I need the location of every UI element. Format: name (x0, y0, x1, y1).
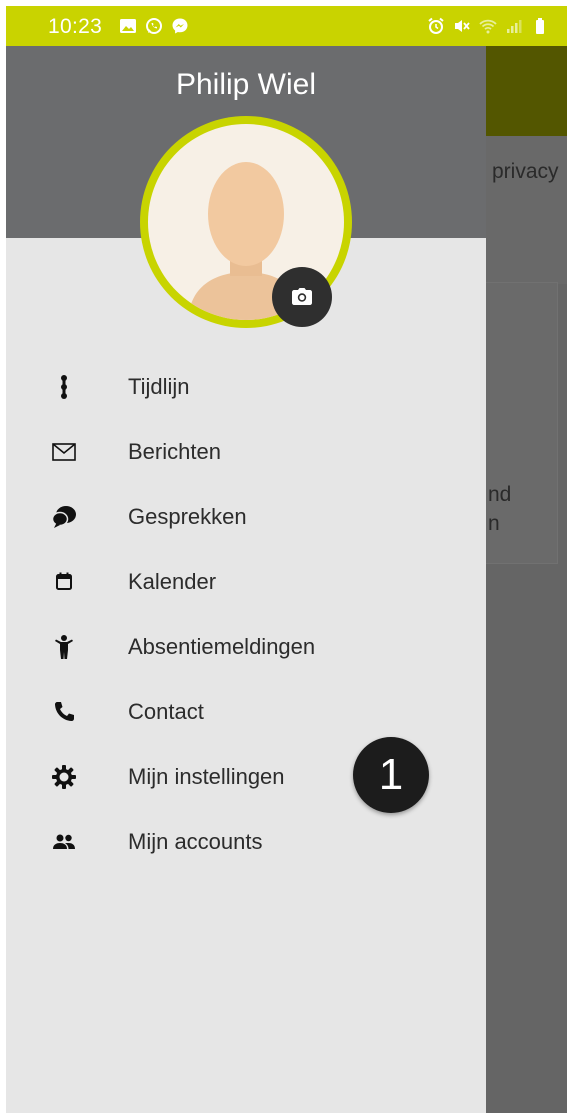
change-photo-button[interactable] (272, 267, 332, 327)
envelope-icon (51, 439, 77, 465)
battery-icon (536, 18, 544, 34)
menu-item-label: Contact (128, 698, 204, 724)
wifi-icon (479, 19, 497, 34)
menu-item-label: Gesprekken (128, 503, 247, 529)
menu-item-label: Mijn accounts (128, 828, 263, 854)
background-app-header-area (486, 136, 567, 284)
navigation-drawer: Philip Wiel Tijdlijn Berichten Gesprekke… (6, 46, 486, 1113)
menu-item-contact[interactable]: Contact (6, 679, 486, 744)
messenger-icon (172, 18, 188, 34)
status-bar: 10:23 (6, 6, 567, 46)
menu-item-berichten[interactable]: Berichten (6, 419, 486, 484)
menu-item-gesprekken[interactable]: Gesprekken (6, 484, 486, 549)
gear-icon (51, 764, 77, 790)
menu-item-kalender[interactable]: Kalender (6, 549, 486, 614)
chat-bubbles-icon (51, 504, 77, 530)
status-time: 10:23 (48, 15, 103, 38)
background-app-scrim[interactable]: privacy nd n (486, 46, 567, 1113)
gallery-icon (120, 19, 136, 33)
status-notification-icons (119, 17, 189, 35)
menu-item-tijdlijn[interactable]: Tijdlijn (6, 354, 486, 419)
background-text-fragment: nd (488, 483, 512, 506)
camera-icon (292, 288, 312, 305)
child-icon (51, 634, 77, 660)
phone-icon (51, 699, 77, 725)
timeline-icon (51, 374, 77, 400)
whatsapp-icon (146, 18, 162, 34)
background-text-fragment: n (488, 512, 500, 535)
mute-icon (455, 20, 470, 32)
menu-item-mijn-accounts[interactable]: Mijn accounts (6, 809, 486, 874)
people-icon (51, 829, 77, 855)
signal-icon (507, 20, 522, 33)
menu-item-absentiemeldingen[interactable]: Absentiemeldingen (6, 614, 486, 679)
menu-item-label: Kalender (128, 568, 217, 594)
background-app-toolbar (486, 46, 567, 136)
calendar-icon (51, 569, 77, 595)
profile-name: Philip Wiel (175, 68, 317, 101)
status-system-icons (427, 17, 549, 35)
menu-item-label: Mijn instellingen (128, 763, 285, 789)
background-text-privacy: privacy (492, 160, 559, 183)
menu-item-label: Absentiemeldingen (128, 633, 316, 659)
menu-item-label: Tijdlijn (128, 373, 190, 399)
alarm-icon (428, 17, 444, 34)
menu-item-label: Berichten (128, 438, 221, 464)
annotation-step-badge: 1 (353, 737, 429, 813)
